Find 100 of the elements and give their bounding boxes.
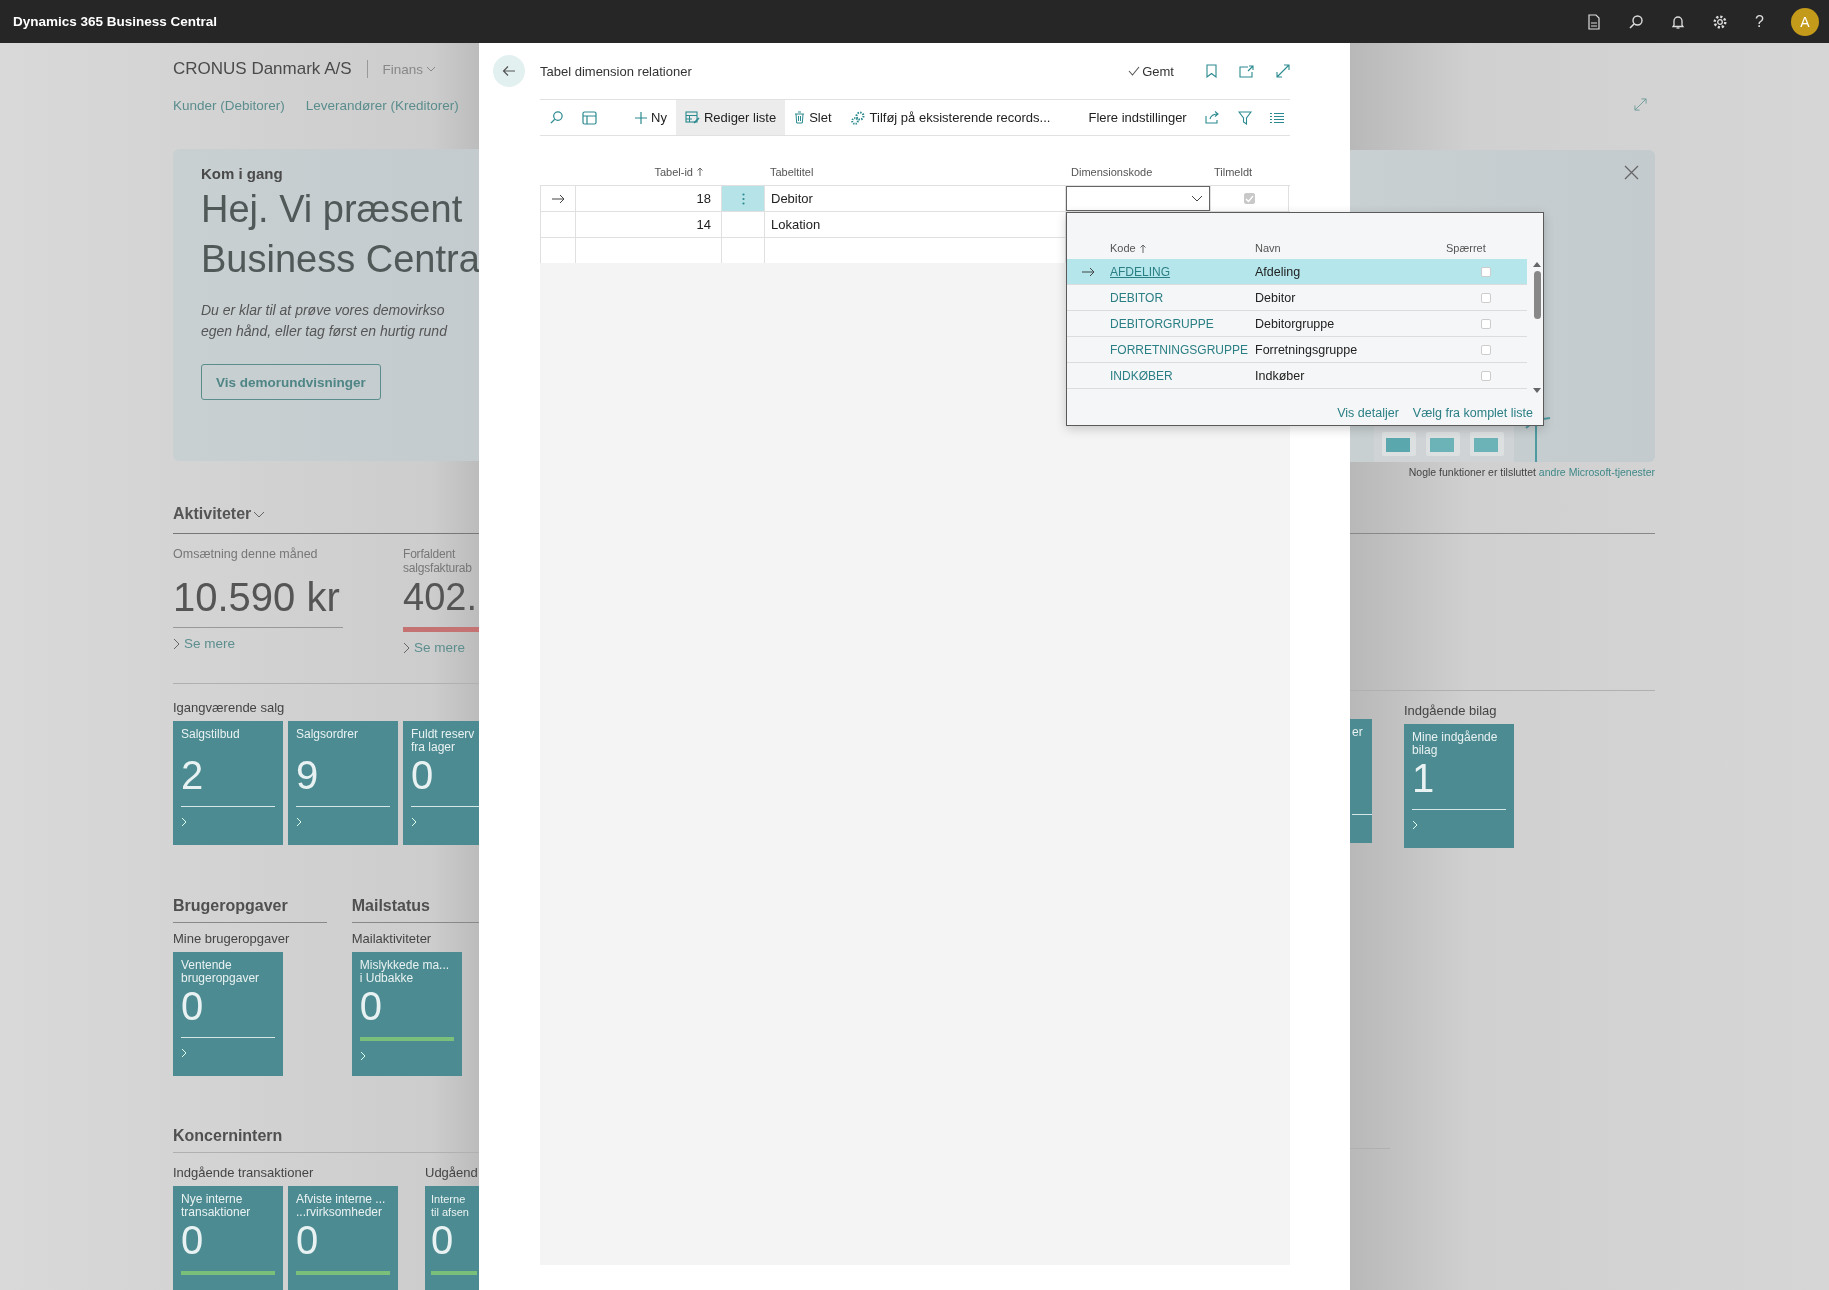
nav-link[interactable]: Leverandører (Kreditorer) <box>305 98 459 113</box>
banner-eyebrow: Kom i gang <box>201 165 283 182</box>
lookup-row[interactable]: INDKØBER Indkøber <box>1067 363 1527 389</box>
column-header[interactable]: Kode <box>1110 242 1146 254</box>
plus-icon <box>635 111 647 124</box>
toolbar-action[interactable]: Slet <box>785 100 841 135</box>
expand-icon[interactable] <box>1634 98 1647 111</box>
code-link[interactable]: AFDELING <box>1110 264 1255 279</box>
chevron-right-icon <box>359 1051 366 1061</box>
document-icon[interactable] <box>1587 13 1602 30</box>
footer-link[interactable]: Vælg fra komplet liste <box>1412 406 1533 420</box>
pop-out-icon[interactable] <box>1239 64 1254 78</box>
settings-icon[interactable] <box>1712 13 1729 30</box>
lookup-row[interactable]: AFDELING Afdeling <box>1067 259 1527 285</box>
kpi-label: Forfaldent salgsfakturab <box>403 547 473 575</box>
group-heading: Indgående transaktioner <box>173 1165 315 1180</box>
see-more-link[interactable]: Se mere <box>173 636 403 651</box>
back-button[interactable] <box>493 55 525 87</box>
sort-arrow-icon <box>1139 243 1146 253</box>
cue-tile[interactable]: Mine indgående bilag 1 <box>1404 724 1514 848</box>
scroll-down-icon[interactable] <box>1532 388 1542 394</box>
column-header[interactable]: Dimensionskode <box>1065 165 1210 178</box>
table-cell: Lokation <box>771 217 821 232</box>
expand-icon[interactable] <box>1276 64 1290 78</box>
see-more-link[interactable]: Se mere <box>403 640 479 655</box>
group-heading: Indgående bilag <box>1404 703 1498 718</box>
user-avatar[interactable]: A <box>1791 7 1819 36</box>
toolbar-action[interactable]: Ny <box>626 100 676 135</box>
column-header[interactable]: Tilmeldt <box>1210 165 1289 178</box>
bell-icon[interactable] <box>1671 13 1686 30</box>
chevron-down-icon <box>426 66 437 72</box>
services-note: Nogle funktioner er tilsluttet andre Microsoft-tjenester <box>1407 466 1655 478</box>
section-heading: Brugeropgaver <box>173 897 289 916</box>
role-menu[interactable]: Finans <box>382 61 437 77</box>
chevron-down-icon <box>253 510 266 518</box>
chevron-right-icon <box>173 637 180 650</box>
section-heading[interactable]: Aktiviteter <box>173 505 266 523</box>
search-icon <box>549 110 564 125</box>
chevron-down-icon <box>1191 195 1203 202</box>
cue-tile[interactable]: Salgstilbud 2 <box>173 721 283 845</box>
cue-tile[interactable]: er <box>1350 719 1372 843</box>
cue-tile[interactable]: Ventende brugeropgaver 0 <box>173 952 283 1076</box>
filter-icon <box>1237 110 1252 125</box>
table-cell-text: Debitorgruppe <box>1255 316 1336 331</box>
gears-icon <box>849 110 866 125</box>
column-header[interactable]: Navn <box>1255 242 1281 254</box>
back-arrow-icon <box>502 65 516 77</box>
chevron-right-icon <box>1412 820 1418 830</box>
close-icon[interactable] <box>1624 165 1639 180</box>
column-header[interactable]: Spærret <box>1446 242 1486 254</box>
company-name: CRONUS Danmark A/S <box>173 59 352 79</box>
cue-tile[interactable]: Fuldt reserv fra lager 0 <box>403 721 479 845</box>
chevron-right-icon <box>411 817 417 827</box>
table-cell-text: Afdeling <box>1255 264 1302 279</box>
cue-tile[interactable]: Mislykkede ma... i Udbakke 0 <box>351 952 462 1076</box>
chevron-right-icon <box>181 817 187 827</box>
column-header[interactable]: Tabel-id <box>575 165 721 178</box>
current-row-arrow-icon <box>551 193 565 204</box>
code-link[interactable]: FORRETNINGSGRUPPE <box>1110 342 1255 357</box>
lookup-row[interactable]: DEBITOR Debitor <box>1067 285 1527 311</box>
table-cell: 18 <box>696 191 711 206</box>
scrollbar-thumb[interactable] <box>1533 271 1541 319</box>
group-heading: Udgåend <box>425 1165 479 1180</box>
cue-tile[interactable]: Nye interne transaktioner 0 <box>173 1186 283 1290</box>
code-link[interactable]: DEBITOR <box>1110 290 1255 305</box>
demo-tours-button[interactable]: Vis demorundvisninger <box>201 364 381 400</box>
kpi-value[interactable]: 402. <box>403 575 479 619</box>
cue-tile[interactable]: Interne til afsen 0 <box>425 1186 479 1290</box>
code-link[interactable]: INDKØBER <box>1110 368 1255 383</box>
cue-tile[interactable]: Afviste interne ... ...rvirksomheder 0 <box>288 1186 398 1290</box>
cue-tile[interactable]: Salgsordrer 9 <box>288 721 398 845</box>
column-header[interactable]: Tabeltitel <box>764 165 1065 178</box>
services-link[interactable]: andre Microsoft-tjenester <box>1538 466 1655 478</box>
more-options-icon[interactable] <box>741 192 745 205</box>
share-icon <box>1204 111 1220 124</box>
lookup-row[interactable]: FORRETNINGSGRUPPE Forretningsgruppe <box>1067 337 1527 363</box>
chevron-right-icon <box>296 817 302 827</box>
kpi-label: Omsætning denne måned <box>173 547 319 563</box>
table-cell: 14 <box>696 217 711 232</box>
checkmark-icon <box>1128 66 1141 76</box>
table-cell-text: Indkøber <box>1255 368 1306 383</box>
dimension-code-field[interactable] <box>1066 186 1210 211</box>
scroll-up-icon[interactable] <box>1532 261 1542 267</box>
toolbar-action[interactable]: Rediger liste <box>675 100 786 135</box>
app-title: Dynamics 365 Business Central <box>13 14 218 29</box>
panel-layout-icon <box>582 110 597 125</box>
bookmark-icon[interactable] <box>1206 64 1217 78</box>
footer-link[interactable]: Vis detaljer <box>1337 406 1399 420</box>
kpi-value[interactable]: 10.590 kr <box>173 575 403 619</box>
group-heading: Igangværende salg <box>173 700 286 715</box>
banner-text: Du er klar til at prøve vores demovirkso egen hånd, eller tag først en hurtig rund <box>201 301 447 341</box>
help-button[interactable]: ? <box>1755 12 1764 31</box>
current-row-arrow-icon <box>1082 266 1095 277</box>
nav-link[interactable]: Kunder (Debitorer) <box>173 98 285 113</box>
lookup-row[interactable]: DEBITORGRUPPE Debitorgruppe <box>1067 311 1527 337</box>
toolbar-action[interactable]: Tilføj på eksisterende records... <box>840 100 1060 135</box>
search-icon[interactable] <box>1628 13 1645 30</box>
sort-arrow-icon <box>697 167 703 176</box>
code-link[interactable]: DEBITORGRUPPE <box>1110 316 1255 331</box>
toolbar-action[interactable]: Flere indstillinger <box>1079 100 1196 135</box>
